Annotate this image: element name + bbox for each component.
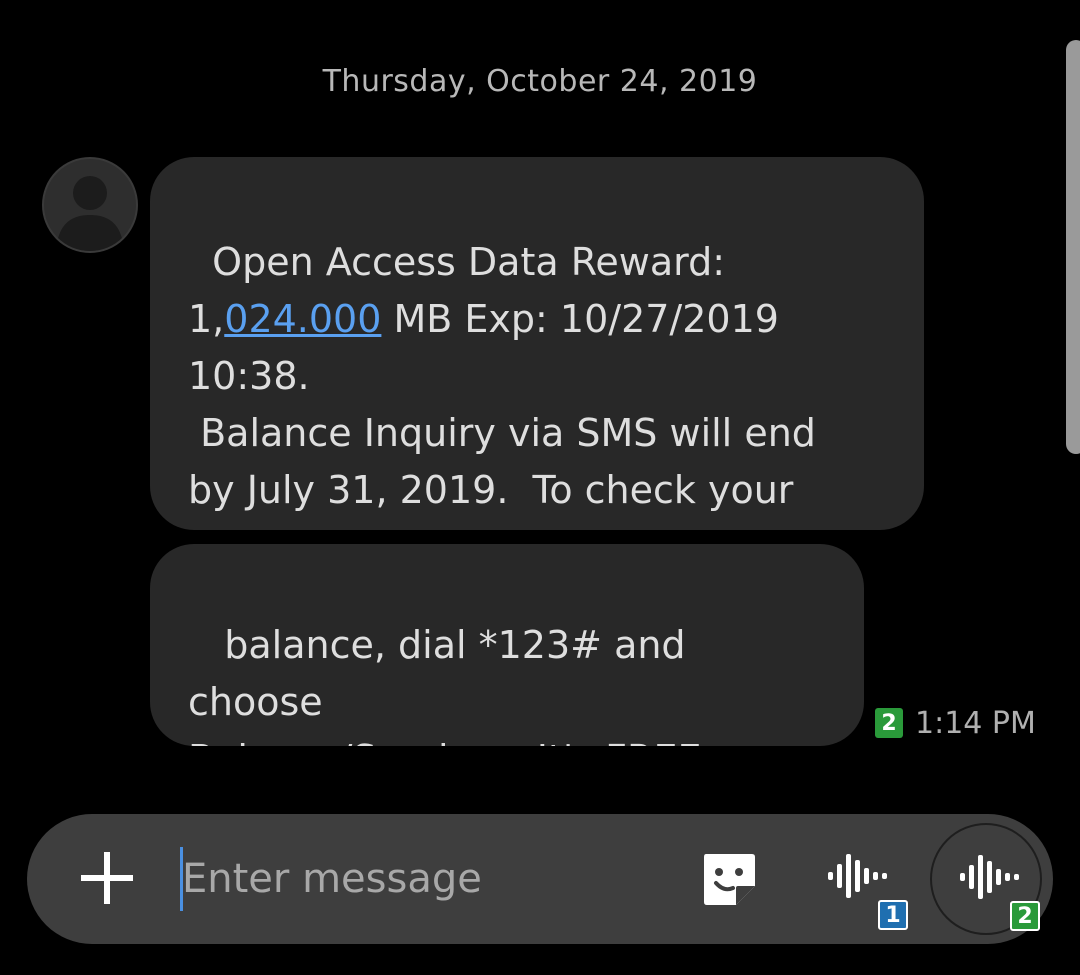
message-text: balance, dial *123# and choose Balance/S… [188,623,701,746]
send-sim-2-button[interactable]: 2 [930,823,1042,935]
sticker-button[interactable] [700,850,758,908]
date-header: Thursday, October 24, 2019 [322,64,758,99]
sound-wave-icon [960,855,1019,899]
sim-2-badge: 2 [875,708,903,738]
sim-1-badge: 1 [878,900,908,930]
message-input[interactable] [182,848,682,910]
add-attachment-button[interactable] [72,848,142,908]
contact-avatar[interactable] [42,157,138,253]
plus-icon [81,852,133,904]
message-bubble[interactable]: balance, dial *123# and choose Balance/S… [150,544,864,746]
person-silhouette-icon [56,176,124,251]
message-timestamp: 1:14 PM [915,705,1036,741]
message-meta: 2 1:14 PM [875,705,1036,741]
send-sim-1-button[interactable]: 1 [822,840,912,932]
sticker-icon [704,854,755,905]
sim-2-badge: 2 [1010,901,1040,931]
number-link[interactable]: 024.000 [224,297,381,341]
message-bubble[interactable]: Open Access Data Reward: 1,024.000 MB Ex… [150,157,924,530]
scrollbar[interactable] [1066,40,1080,454]
sound-wave-icon [828,854,887,898]
